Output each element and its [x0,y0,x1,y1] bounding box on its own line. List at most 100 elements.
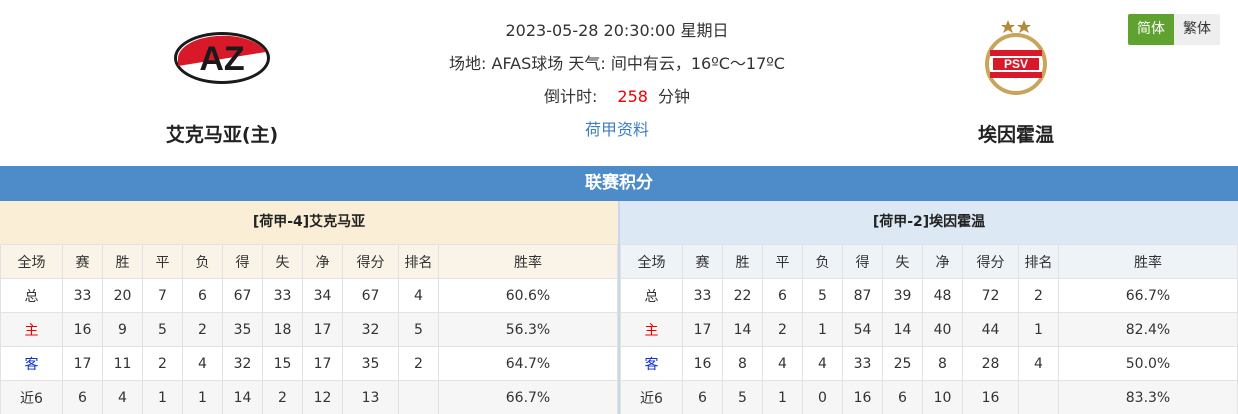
home-standings-panel: [荷甲-4]艾克马亚 全场赛胜平负得失净得分 排名 胜率 总 33 20 7 6 67 33 34… [0,201,618,414]
svg-text:PSV: PSV [1004,57,1028,71]
row-label: 客 [0,346,63,381]
table-cell: 34 [302,278,343,313]
table-cell: 72 [962,278,1019,313]
psv-logo-icon: PSV [985,20,1047,95]
table-cell: 60.6% [438,278,618,313]
column-header: 胜率 [438,244,618,279]
table-cell: 64.7% [438,346,618,381]
table-cell: 83.3% [1058,380,1238,414]
table-cell: 4 [762,346,803,381]
table-cell: 13 [342,380,399,414]
row-label: 总 [620,278,683,313]
table-row: 客 16 8 4 4 33 25 8 28 4 50.0% [620,346,1238,381]
column-header: 排名 [1018,244,1059,279]
row-label: 近6 [620,380,683,414]
table-cell: 32 [222,346,263,381]
svg-text:AZ: AZ [199,40,244,78]
away-standings-title: [荷甲-2]埃因霍温 [620,201,1238,244]
table-cell: 50.0% [1058,346,1238,381]
table-cell: 2 [762,312,803,347]
table-cell: 40 [922,312,963,347]
table-cell: 6 [62,380,103,414]
column-header: 得 [842,244,883,279]
table-cell: 2 [1018,278,1059,313]
table-row: 近6 6 4 1 1 14 2 12 13 66.7% [0,380,618,414]
home-team: AZ 艾克马亚(主) [122,0,322,146]
column-header: 得分 [342,244,399,279]
table-row: 总 33 20 7 6 67 33 34 67 4 60.6% [0,278,618,313]
table-cell: 66.7% [438,380,618,414]
language-toggle: 简体 繁体 [1128,14,1220,45]
table-cell: 87 [842,278,883,313]
column-header: 得分 [962,244,1019,279]
table-cell: 6 [682,380,723,414]
table-row: 主 17 14 2 1 54 14 40 44 1 82.4% [620,312,1238,347]
table-row: 主 16 9 5 2 35 18 17 32 5 56.3% [0,312,618,347]
table-header-row: 全场赛胜平负得失净得分 排名 胜率 [0,244,618,279]
column-header: 得 [222,244,263,279]
row-label: 近6 [0,380,63,414]
standings-section-title: 联赛积分 [0,166,1238,201]
table-cell: 1 [762,380,803,414]
table-cell: 10 [922,380,963,414]
table-cell: 5 [722,380,763,414]
table-cell: 4 [102,380,143,414]
column-header: 负 [802,244,843,279]
table-cell: 17 [302,346,343,381]
simplified-chinese-button[interactable]: 简体 [1128,14,1174,45]
column-header: 胜率 [1058,244,1238,279]
table-cell: 66.7% [1058,278,1238,313]
table-cell: 17 [302,312,343,347]
home-standings-title: [荷甲-4]艾克马亚 [0,201,618,244]
column-header: 赛 [62,244,103,279]
column-header: 负 [182,244,223,279]
table-cell: 8 [922,346,963,381]
table-cell: 54 [842,312,883,347]
table-cell: 67 [342,278,399,313]
table-header-row: 全场赛胜平负得失净得分 排名 胜率 [620,244,1238,279]
away-team-name: 埃因霍温 [977,124,1054,146]
table-cell: 5 [398,312,439,347]
column-header: 排名 [398,244,439,279]
row-label: 主 [620,312,683,347]
league-info-link[interactable]: 荷甲资料 [400,116,834,140]
countdown-label: 倒计时: [544,87,598,106]
table-cell: 16 [62,312,103,347]
table-cell: 33 [262,278,303,313]
column-header: 失 [262,244,303,279]
away-team: PSV 埃因霍温 [916,0,1116,146]
column-header: 平 [762,244,803,279]
table-cell: 5 [802,278,843,313]
table-cell: 35 [342,346,399,381]
home-team-name: 艾克马亚(主) [165,124,279,146]
az-logo-icon: AZ [174,32,270,84]
column-header: 净 [922,244,963,279]
table-cell: 35 [222,312,263,347]
table-cell: 12 [302,380,343,414]
away-standings-table: 全场赛胜平负得失净得分 排名 胜率 总 33 22 6 5 87 39 48 72 2 66.7% 主 17… [620,244,1238,414]
match-countdown: 倒计时: 258 分钟 [400,83,834,107]
match-datetime: 2023-05-28 20:30:00 星期日 [505,21,729,40]
column-header: 失 [882,244,923,279]
table-row: 总 33 22 6 5 87 39 48 72 2 66.7% [620,278,1238,313]
table-cell: 2 [182,312,223,347]
table-cell: 1 [182,380,223,414]
column-header: 赛 [682,244,723,279]
traditional-chinese-button[interactable]: 繁体 [1174,14,1220,45]
table-cell: 33 [62,278,103,313]
table-cell: 8 [722,346,763,381]
table-cell: 14 [222,380,263,414]
table-cell: 22 [722,278,763,313]
table-cell: 6 [182,278,223,313]
column-header: 胜 [102,244,143,279]
column-header: 平 [142,244,183,279]
column-header: 全场 [620,244,683,279]
table-cell: 56.3% [438,312,618,347]
table-cell: 32 [342,312,399,347]
table-cell: 2 [398,346,439,381]
home-standings-table: 全场赛胜平负得失净得分 排名 胜率 总 33 20 7 6 67 33 34 67 4 60.6% 主 16… [0,244,618,414]
row-label: 客 [620,346,683,381]
table-cell: 28 [962,346,1019,381]
match-header: AZ 艾克马亚(主) 2023-05-28 20:30:00 星期日 场地: A… [0,0,1238,166]
table-cell: 4 [182,346,223,381]
